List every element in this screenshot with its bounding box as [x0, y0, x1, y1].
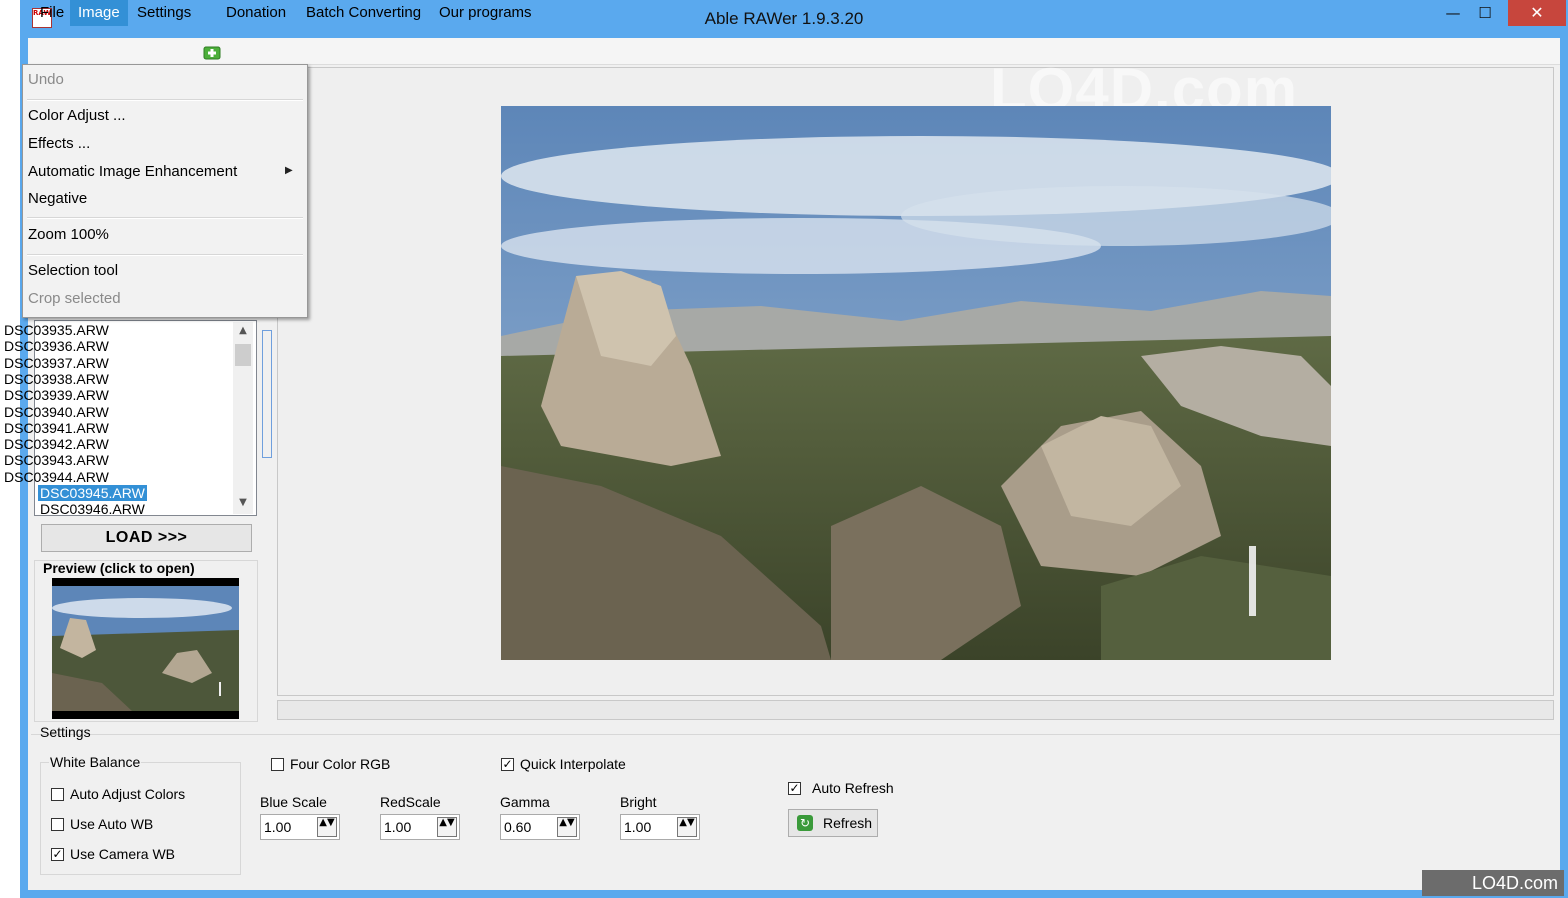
file-item[interactable]: DSC03939.ARW: [4, 387, 109, 403]
file-item[interactable]: DSC03946.ARW: [40, 501, 145, 515]
use-auto-wb-checkbox[interactable]: [51, 818, 64, 831]
menu-donation[interactable]: Donation: [218, 0, 294, 26]
blue-scale-value[interactable]: 1.00: [264, 819, 291, 835]
file-item[interactable]: DSC03942.ARW: [4, 436, 109, 452]
file-item[interactable]: DSC03938.ARW: [4, 371, 109, 387]
quick-interpolate-label[interactable]: Quick Interpolate: [520, 756, 626, 772]
red-scale-value[interactable]: 1.00: [384, 819, 411, 835]
menu-item-undo[interactable]: Undo: [28, 67, 64, 93]
gamma-label: Gamma: [500, 794, 550, 810]
bright-label: Bright: [620, 794, 657, 810]
menu-item-auto-enhancement[interactable]: Automatic Image Enhancement: [28, 159, 237, 185]
donation-icon: [203, 43, 221, 61]
scroll-thumb[interactable]: [235, 344, 251, 366]
four-color-rgb-label[interactable]: Four Color RGB: [290, 756, 390, 772]
refresh-icon: ↻: [797, 815, 813, 831]
red-scale-spinner[interactable]: 1.00 ▲▼: [380, 814, 460, 840]
file-item-selected[interactable]: DSC03945.ARW: [38, 485, 147, 502]
blue-scale-spin-buttons[interactable]: ▲▼: [317, 817, 337, 837]
menu-item-zoom[interactable]: Zoom 100%: [28, 222, 109, 248]
red-scale-label: RedScale: [380, 794, 441, 810]
file-item[interactable]: DSC03937.ARW: [4, 355, 109, 371]
menu-our-programs[interactable]: Our programs: [431, 0, 540, 26]
file-item[interactable]: DSC03941.ARW: [4, 420, 109, 436]
file-item[interactable]: DSC03944.ARW: [4, 469, 109, 485]
quick-interpolate-checkbox[interactable]: ✓: [501, 758, 514, 771]
bright-value[interactable]: 1.00: [624, 819, 651, 835]
file-item[interactable]: DSC03940.ARW: [4, 404, 109, 420]
scroll-up-arrow[interactable]: ▲: [233, 325, 253, 336]
auto-refresh-checkbox[interactable]: ✓: [788, 782, 801, 795]
main-photo[interactable]: [501, 106, 1331, 660]
menu-item-selection-tool[interactable]: Selection tool: [28, 258, 118, 284]
horizontal-scrollbar[interactable]: [277, 700, 1554, 720]
bright-spinner[interactable]: 1.00 ▲▼: [620, 814, 700, 840]
file-item-clip: DSC03946.ARW: [36, 501, 232, 515]
file-item[interactable]: DSC03943.ARW: [4, 452, 109, 468]
footer-watermark-logo: LO4D.com: [1422, 870, 1564, 896]
settings-title: Settings: [40, 724, 91, 740]
menu-item-color-adjust[interactable]: Color Adjust ...: [28, 103, 126, 129]
use-camera-wb-label[interactable]: Use Camera WB: [70, 846, 175, 862]
maximize-button[interactable]: ☐: [1462, 0, 1508, 26]
auto-adjust-colors-checkbox[interactable]: [51, 788, 64, 801]
load-button[interactable]: LOAD >>>: [41, 524, 252, 552]
scroll-down-arrow[interactable]: ▼: [233, 497, 253, 508]
submenu-arrow-icon: ▶: [285, 165, 293, 176]
gamma-spinner[interactable]: 0.60 ▲▼: [500, 814, 580, 840]
refresh-button[interactable]: ↻ Refresh: [788, 809, 878, 837]
menu-item-crop-selected[interactable]: Crop selected: [28, 286, 121, 312]
menu-settings[interactable]: Settings: [129, 0, 199, 26]
use-auto-wb-label[interactable]: Use Auto WB: [70, 816, 153, 832]
menu-separator: [27, 254, 303, 256]
menu-batch-converting[interactable]: Batch Converting: [298, 0, 429, 26]
auto-adjust-colors-label[interactable]: Auto Adjust Colors: [70, 786, 185, 802]
menu-item-effects[interactable]: Effects ...: [28, 131, 90, 157]
preview-thumbnail[interactable]: [52, 578, 239, 719]
four-color-rgb-checkbox[interactable]: [271, 758, 284, 771]
menu-image[interactable]: Image: [70, 0, 128, 26]
refresh-button-label: Refresh: [823, 815, 873, 831]
red-scale-spin-buttons[interactable]: ▲▼: [437, 817, 457, 837]
file-item[interactable]: DSC03936.ARW: [4, 338, 109, 354]
close-button[interactable]: ✕: [1508, 0, 1566, 26]
panel-splitter[interactable]: [262, 330, 272, 458]
gamma-spin-buttons[interactable]: ▲▼: [557, 817, 577, 837]
bright-spin-buttons[interactable]: ▲▼: [677, 817, 697, 837]
blue-scale-spinner[interactable]: 1.00 ▲▼: [260, 814, 340, 840]
menu-separator: [27, 217, 303, 219]
use-camera-wb-checkbox[interactable]: ✓: [51, 848, 64, 861]
menu-file[interactable]: File: [32, 0, 72, 26]
menu-item-negative[interactable]: Negative: [28, 186, 87, 212]
gamma-value[interactable]: 0.60: [504, 819, 531, 835]
image-menu-dropdown: Undo Color Adjust ... Effects ... Automa…: [22, 64, 308, 318]
menu-separator: [27, 99, 303, 101]
preview-label: Preview (click to open): [43, 560, 195, 576]
blue-scale-label: Blue Scale: [260, 794, 327, 810]
white-balance-title: White Balance: [49, 754, 142, 770]
auto-refresh-label[interactable]: Auto Refresh: [812, 780, 894, 796]
menu-bar: [28, 38, 1560, 65]
file-item[interactable]: DSC03935.ARW: [4, 322, 109, 338]
